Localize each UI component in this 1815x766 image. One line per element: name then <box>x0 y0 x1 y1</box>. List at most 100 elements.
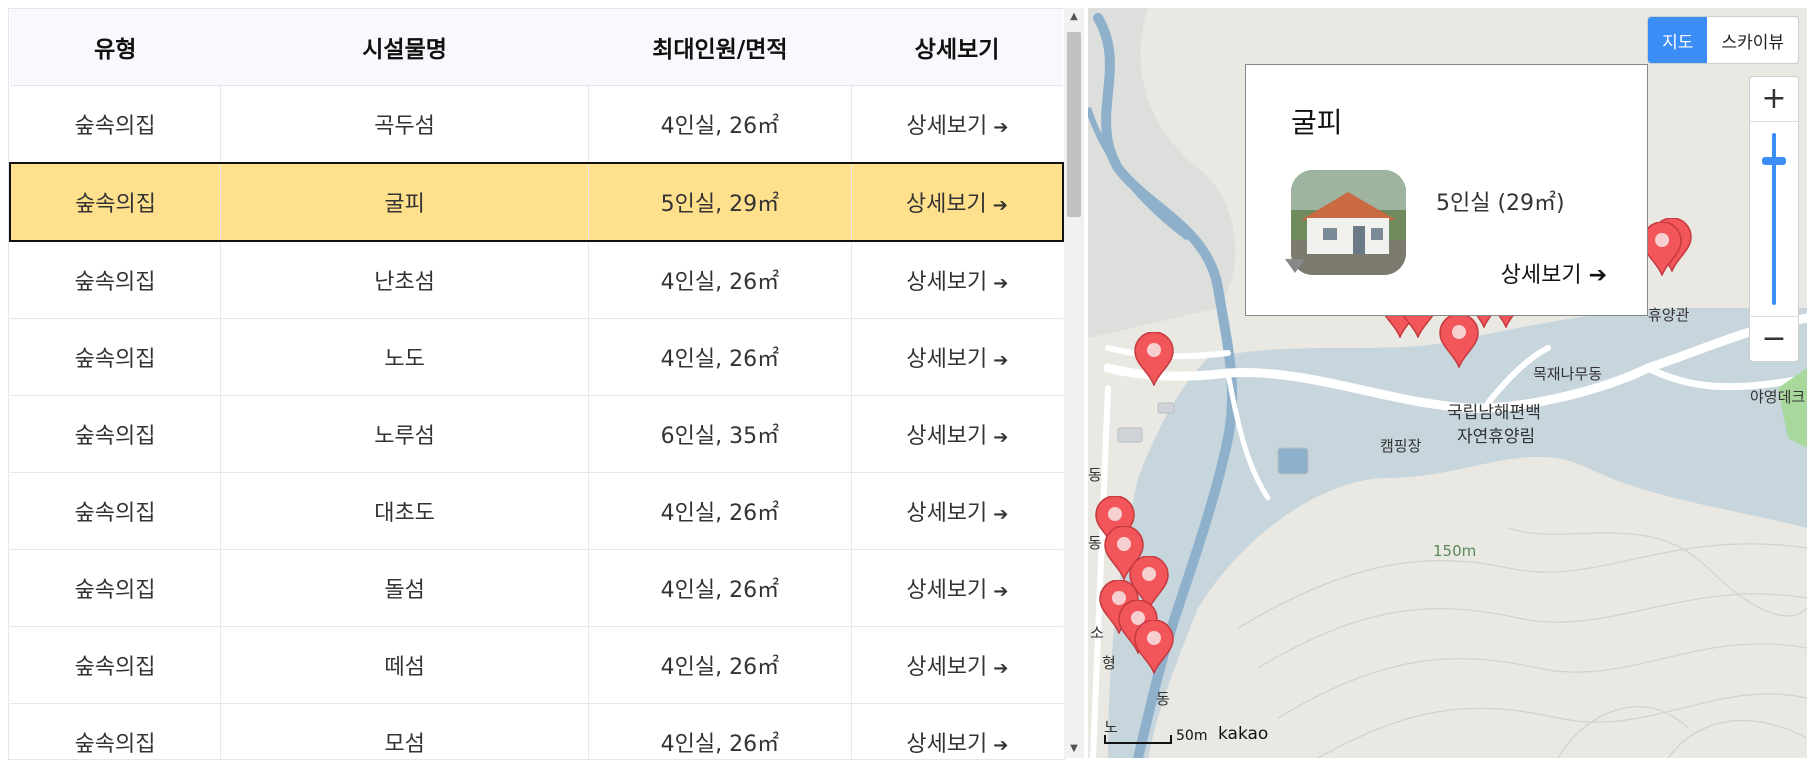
cell-detail: 상세보기 ➔ <box>851 395 1063 473</box>
cell-capacity: 4인실, 26㎡ <box>588 703 852 759</box>
cell-detail: 상세보기 ➔ <box>851 472 1063 550</box>
detail-link[interactable]: 상세보기 ➔ <box>906 114 1008 139</box>
cell-detail: 상세보기 ➔ <box>851 626 1063 704</box>
detail-link[interactable]: 상세보기 ➔ <box>906 501 1008 526</box>
cell-capacity: 4인실, 26㎡ <box>588 472 852 550</box>
cell-name: 모섬 <box>220 703 590 759</box>
arrow-right-icon: ➔ <box>992 195 1008 216</box>
table-row[interactable]: 숲속의집 모섬 4인실, 26㎡ 상세보기 ➔ <box>10 703 1063 759</box>
info-window-title: 굴피 <box>1291 106 1343 139</box>
zoom-out-button[interactable]: − <box>1750 316 1798 361</box>
column-header-detail: 상세보기 <box>851 9 1063 86</box>
cell-name: 돌섬 <box>220 549 590 627</box>
detail-link-label: 상세보기 <box>906 347 988 372</box>
arrow-right-icon: ➔ <box>993 581 1009 602</box>
detail-link[interactable]: 상세보기 ➔ <box>906 578 1008 603</box>
table-row[interactable]: 숲속의집 대초도 4인실, 26㎡ 상세보기 ➔ <box>10 472 1063 550</box>
zoom-slider-handle[interactable] <box>1762 157 1786 165</box>
scroll-down-arrow-icon[interactable]: ▼ <box>1064 740 1084 758</box>
cell-name: 곡두섬 <box>220 85 590 164</box>
table-scrollbar[interactable]: ▲ ▼ <box>1064 8 1084 758</box>
map-label-dong-3: 동 <box>1156 690 1170 708</box>
table-row[interactable]: 숲속의집 굴피 5인실, 29㎡ 상세보기 ➔ <box>9 162 1064 242</box>
map-type-skyview-button[interactable]: 스카이뷰 <box>1707 17 1798 63</box>
scrollbar-thumb[interactable] <box>1067 32 1081 217</box>
detail-link-label: 상세보기 <box>906 732 988 757</box>
cell-type: 숲속의집 <box>10 626 222 704</box>
map-label-recreation-hall: 휴양관 <box>1648 306 1690 324</box>
detail-link-label: 상세보기 <box>906 655 988 680</box>
cell-capacity: 4인실, 26㎡ <box>588 318 852 396</box>
map-label-wood-house: 목재나무동 <box>1533 365 1603 383</box>
detail-link[interactable]: 상세보기 ➔ <box>906 732 1008 757</box>
map-type-control: 지도 스카이뷰 <box>1647 16 1799 64</box>
map-view[interactable]: 국립남해편백 자연휴양림 캠핑장 휴양관 목재나무동 야영데크 150m 동 동… <box>1088 8 1807 758</box>
cell-name: 노루섬 <box>220 395 590 473</box>
map-label-dong-1: 동 <box>1088 466 1102 484</box>
table-row[interactable]: 숲속의집 난초섬 4인실, 26㎡ 상세보기 ➔ <box>10 241 1063 319</box>
cell-capacity: 4인실, 26㎡ <box>588 241 852 319</box>
info-window-pointer <box>1285 259 1305 273</box>
arrow-right-icon: ➔ <box>993 504 1009 525</box>
detail-link-label: 상세보기 <box>906 270 988 295</box>
arrow-right-icon: ➔ <box>993 427 1009 448</box>
map-label-forest-name-1: 국립남해편백 <box>1447 403 1541 423</box>
table-body: 숲속의집 곡두섬 4인실, 26㎡ 상세보기 ➔ 숲속의집 굴피 5인실, 29㎡ 상세보기 ➔ 숲… <box>9 85 1064 759</box>
detail-link-label: 상세보기 <box>906 578 988 603</box>
cell-type: 숲속의집 <box>9 162 222 242</box>
map-marker-pin-icon[interactable] <box>1133 619 1175 676</box>
table-row[interactable]: 숲속의집 떼섬 4인실, 26㎡ 상세보기 ➔ <box>10 626 1063 704</box>
map-label-hyeong: 형 <box>1102 654 1116 672</box>
map-label-camping: 캠핑장 <box>1380 437 1422 455</box>
detail-link-label: 상세보기 <box>906 501 988 526</box>
detail-link[interactable]: 상세보기 ➔ <box>906 347 1008 372</box>
cell-detail: 상세보기 ➔ <box>851 318 1063 396</box>
map-provider-logo: kakao <box>1218 724 1269 744</box>
detail-link[interactable]: 상세보기 ➔ <box>906 270 1008 295</box>
detail-link[interactable]: 상세보기 ➔ <box>906 192 1008 217</box>
cell-type: 숲속의집 <box>10 318 222 396</box>
column-header-name: 시설물명 <box>220 9 589 86</box>
zoom-in-button[interactable]: + <box>1750 77 1798 122</box>
table-row[interactable]: 숲속의집 곡두섬 4인실, 26㎡ 상세보기 ➔ <box>10 85 1063 164</box>
cell-capacity: 5인실, 29㎡ <box>588 162 852 242</box>
table-header-row: 유형 시설물명 최대인원/면적 상세보기 <box>10 9 1063 86</box>
arrow-right-icon: ➔ <box>993 273 1009 294</box>
column-header-capacity: 최대인원/면적 <box>588 9 852 86</box>
table-row[interactable]: 숲속의집 돌섬 4인실, 26㎡ 상세보기 ➔ <box>10 549 1063 627</box>
cell-name: 떼섬 <box>220 626 590 704</box>
facility-table-panel: 유형 시설물명 최대인원/면적 상세보기 숲속의집 곡두섬 4인실, 26㎡ 상세보기… <box>8 8 1065 760</box>
map-scale: 50m <box>1104 728 1207 744</box>
cell-capacity: 4인실, 26㎡ <box>588 549 852 627</box>
detail-link-label: 상세보기 <box>906 114 988 139</box>
detail-link[interactable]: 상세보기 ➔ <box>906 424 1008 449</box>
zoom-control: + − <box>1749 76 1799 362</box>
detail-link-label: 상세보기 <box>905 192 987 217</box>
detail-link-label: 상세보기 <box>906 424 988 449</box>
cell-detail: 상세보기 ➔ <box>851 85 1063 164</box>
info-window-detail-link[interactable]: 상세보기 ➔ <box>1501 257 1607 289</box>
map-label-forest-name-2: 자연휴양림 <box>1457 427 1536 447</box>
arrow-right-icon: ➔ <box>993 735 1009 756</box>
cell-detail: 상세보기 ➔ <box>851 549 1063 627</box>
scale-bar <box>1104 735 1172 744</box>
detail-link[interactable]: 상세보기 ➔ <box>906 655 1008 680</box>
cell-detail: 상세보기 ➔ <box>851 162 1064 242</box>
cell-detail: 상세보기 ➔ <box>851 241 1063 319</box>
facility-table: 유형 시설물명 최대인원/면적 상세보기 숲속의집 곡두섬 4인실, 26㎡ 상세보기… <box>9 9 1064 759</box>
map-marker-pin-icon[interactable] <box>1438 313 1480 370</box>
cell-name: 굴피 <box>220 162 590 242</box>
map-marker-pin-icon[interactable] <box>1133 331 1175 388</box>
cell-type: 숲속의집 <box>10 85 222 164</box>
map-label-deck: 야영데크 <box>1750 388 1806 406</box>
cell-name: 노도 <box>220 318 590 396</box>
cell-name: 대초도 <box>220 472 590 550</box>
scale-label: 50m <box>1176 728 1208 744</box>
table-row[interactable]: 숲속의집 노루섬 6인실, 35㎡ 상세보기 ➔ <box>10 395 1063 473</box>
map-type-map-button[interactable]: 지도 <box>1648 17 1708 63</box>
table-row[interactable]: 숲속의집 노도 4인실, 26㎡ 상세보기 ➔ <box>10 318 1063 396</box>
scroll-up-arrow-icon[interactable]: ▲ <box>1064 8 1084 26</box>
info-window-capacity: 5인실 (29㎡) <box>1436 191 1565 216</box>
cell-type: 숲속의집 <box>10 241 222 319</box>
cell-detail: 상세보기 ➔ <box>851 703 1063 759</box>
